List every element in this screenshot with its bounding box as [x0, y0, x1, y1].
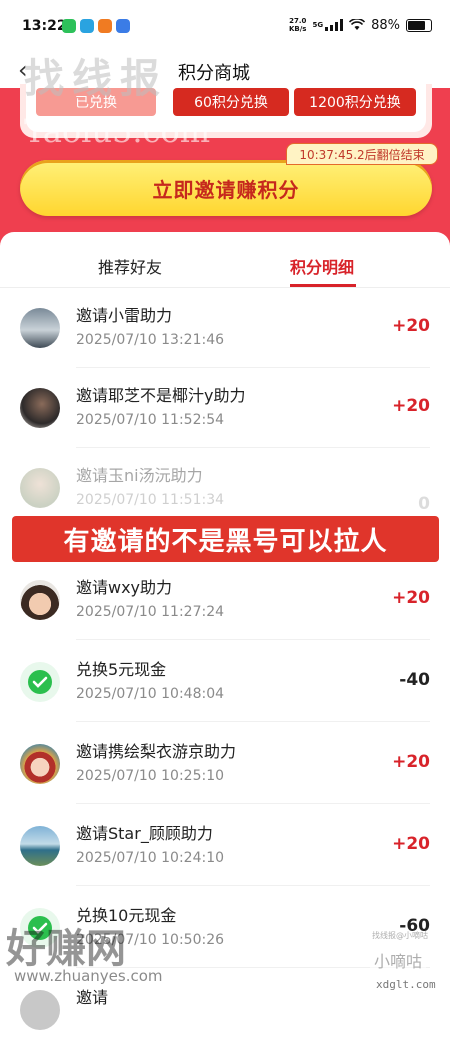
network-type: 5G	[312, 21, 324, 29]
watermark-bottom-left-url: www.zhuanyes.com	[14, 967, 163, 985]
app-icon	[98, 19, 112, 33]
record-points: +20	[392, 752, 430, 772]
avatar	[20, 580, 60, 620]
list-item[interactable]: 邀请小雷助力 2025/07/10 13:21:46 +20	[0, 288, 450, 368]
record-date: 2025/07/10 10:25:10	[76, 768, 225, 784]
watermark-top: 找线报	[24, 56, 168, 102]
record-title: 邀请耶芝不是椰汁y助力	[76, 386, 246, 405]
countdown-badge: 10:37:45.2后翻倍结束	[286, 143, 438, 165]
record-points: +20	[392, 396, 430, 416]
status-bar: 13:22 27.0 KB/s 5G 88%	[0, 0, 450, 52]
record-title: 邀请玉ni汤沅助力	[76, 466, 203, 485]
app-icon	[116, 19, 130, 33]
record-date: 2025/07/10 11:52:54	[76, 412, 225, 428]
record-title: 邀请wxy助力	[76, 578, 173, 597]
record-title: 邀请Star_顾顾助力	[76, 824, 213, 843]
avatar	[20, 662, 60, 702]
wechat-pay-icon	[28, 670, 52, 694]
record-points: -40	[399, 670, 430, 690]
avatar	[20, 990, 60, 1030]
status-right: 27.0 KB/s 5G 88%	[289, 17, 432, 33]
wechat-icon	[62, 19, 76, 33]
invite-button[interactable]: 立即邀请赚积分	[20, 160, 432, 216]
battery-percent: 88%	[371, 17, 400, 33]
watermark-bottom-right-url: xdglt.com	[376, 978, 436, 991]
watermark-bottom-right: 小嘀咕	[370, 948, 427, 972]
avatar	[20, 388, 60, 428]
list-item[interactable]: 邀请wxy助力 2025/07/10 11:27:24 +20	[0, 560, 450, 640]
record-title: 兑换5元现金	[76, 660, 167, 679]
list-item[interactable]: 邀请Star_顾顾助力 2025/07/10 10:24:10 +20	[0, 806, 450, 886]
battery-icon	[406, 18, 432, 32]
watermark-bottom-left: 好赚网	[6, 926, 126, 972]
record-date: 2025/07/10 11:51:34	[76, 492, 225, 508]
exchange-1200-button[interactable]: 1200积分兑换	[294, 88, 416, 116]
tab-points-detail[interactable]: 积分明细	[272, 246, 372, 286]
avatar	[20, 744, 60, 784]
list-item[interactable]: 邀请携绘梨衣游京助力 2025/07/10 10:25:10 +20	[0, 724, 450, 804]
signal-icon	[325, 19, 344, 31]
record-title: 邀请	[76, 988, 109, 1007]
telegram-icon	[80, 19, 94, 33]
notification-icons	[62, 19, 130, 33]
record-points: +20	[392, 588, 430, 608]
net-speed: 27.0 KB/s	[288, 17, 307, 33]
record-date: 2025/07/10 10:48:04	[76, 686, 225, 702]
record-points: 0	[418, 494, 430, 514]
list-item[interactable]: 兑换5元现金 2025/07/10 10:48:04 -40	[0, 642, 450, 722]
overlay-caption: 有邀请的不是黑号可以拉人	[12, 516, 439, 562]
watermark-url: Taolu5.com	[24, 112, 211, 150]
record-points: +20	[392, 834, 430, 854]
wifi-icon	[349, 19, 366, 30]
status-time: 13:22	[22, 18, 67, 34]
watermark-bottom-right-small: 找线报@小嘀咕	[372, 931, 428, 940]
record-date: 2025/07/10 11:27:24	[76, 604, 225, 620]
avatar	[20, 308, 60, 348]
record-title: 邀请携绘梨衣游京助力	[76, 742, 237, 761]
record-date: 2025/07/10 13:21:46	[76, 332, 225, 348]
avatar	[20, 826, 60, 866]
record-points: +20	[392, 316, 430, 336]
avatar	[20, 468, 60, 508]
tab-bar: 推荐好友 积分明细	[0, 246, 450, 288]
record-date: 2025/07/10 10:24:10	[76, 850, 225, 866]
record-title: 邀请小雷助力	[76, 306, 173, 325]
page-title: 积分商城	[178, 63, 250, 84]
list-item[interactable]: 邀请耶芝不是椰汁y助力 2025/07/10 11:52:54 +20	[0, 368, 450, 448]
tab-recommend-friends[interactable]: 推荐好友	[80, 246, 180, 286]
